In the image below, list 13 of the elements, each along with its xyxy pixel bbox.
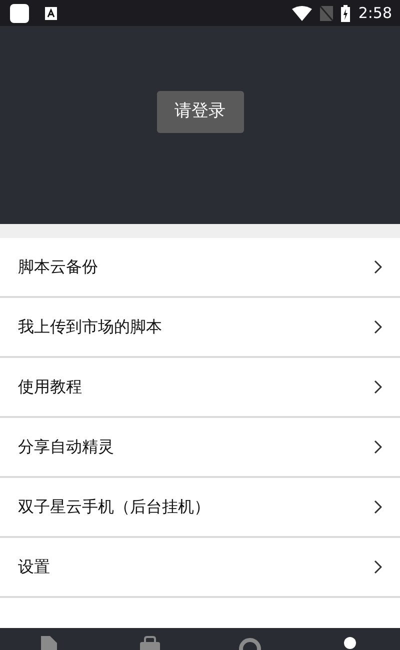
chevron-right-icon	[374, 440, 382, 454]
wifi-icon	[292, 6, 312, 20]
chevron-right-icon	[374, 380, 382, 394]
chevron-right-icon	[374, 500, 382, 514]
clock-time: 2:58	[358, 2, 392, 24]
no-signal-icon	[320, 6, 334, 20]
keyboard-notification-icon	[45, 6, 57, 20]
battery-charging-icon	[341, 4, 350, 22]
chevron-right-icon	[374, 560, 382, 574]
chevron-right-icon	[374, 320, 382, 334]
chevron-right-icon	[374, 260, 382, 274]
notification-icon	[10, 4, 29, 22]
login-button[interactable]: 请登录	[156, 91, 244, 132]
